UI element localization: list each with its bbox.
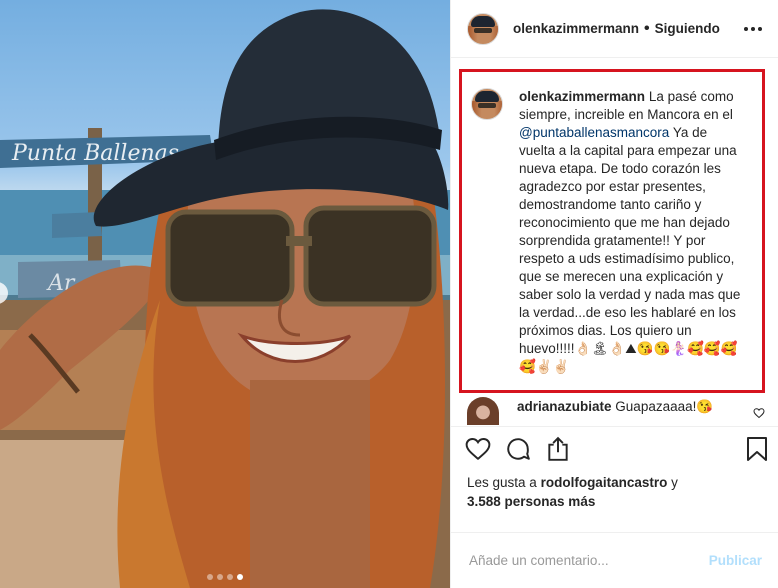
post-actions-bar bbox=[451, 426, 778, 470]
carousel-dot bbox=[227, 574, 233, 580]
likes-prefix: Les gusta a bbox=[467, 475, 537, 490]
publish-button[interactable]: Publicar bbox=[709, 553, 762, 568]
comment-item: adrianazubiate Guapazaaaa!😘 bbox=[467, 397, 767, 425]
likes-count-link[interactable]: 3.588 personas más bbox=[467, 494, 595, 509]
likes-suffix: y bbox=[671, 475, 678, 490]
share-icon[interactable] bbox=[545, 436, 571, 462]
instagram-post: Punta Ballenas Ar olenkazimmermann • Sig… bbox=[0, 0, 778, 588]
comment-text: adrianazubiate Guapazaaaa!😘 bbox=[517, 398, 713, 416]
likes-user-link[interactable]: rodolfogaitancastro bbox=[541, 475, 668, 490]
post-photo[interactable]: Punta Ballenas Ar bbox=[0, 0, 450, 588]
like-heart-icon[interactable] bbox=[465, 436, 491, 462]
likes-summary: Les gusta a rodolfogaitancastro y 3.588 … bbox=[451, 470, 778, 511]
carousel-dot bbox=[217, 574, 223, 580]
carousel-indicator bbox=[207, 574, 243, 580]
comment-username[interactable]: adrianazubiate bbox=[517, 399, 612, 414]
comment-avatar[interactable] bbox=[467, 397, 499, 425]
caption-text-part2: Ya de vuelta a la capital para empezar u… bbox=[519, 125, 741, 374]
caption-avatar[interactable] bbox=[471, 88, 503, 120]
post-header: olenkazimmermann • Siguiendo bbox=[451, 0, 778, 58]
caption-username[interactable]: olenkazimmermann bbox=[519, 89, 645, 104]
carousel-dot bbox=[207, 574, 213, 580]
caption-text: olenkazimmermann La pasé como siempre, i… bbox=[519, 88, 741, 376]
follow-status-button[interactable]: Siguiendo bbox=[655, 21, 720, 36]
bookmark-icon[interactable] bbox=[746, 436, 768, 462]
comment-input[interactable] bbox=[467, 552, 709, 569]
caption-mention-link[interactable]: @puntaballenasmancora bbox=[519, 125, 669, 140]
add-comment-bar: Publicar bbox=[451, 532, 778, 588]
header-username[interactable]: olenkazimmermann bbox=[513, 21, 639, 36]
more-options-icon[interactable] bbox=[744, 26, 762, 31]
header-separator: • bbox=[644, 19, 650, 37]
carousel-dot-active bbox=[237, 574, 243, 580]
comment-bubble-icon[interactable] bbox=[505, 436, 531, 462]
photo-illustration: Punta Ballenas Ar bbox=[0, 9, 450, 588]
caption: olenkazimmermann La pasé como siempre, i… bbox=[467, 58, 762, 376]
comment-like-heart-icon[interactable] bbox=[753, 407, 765, 419]
post-side-panel: olenkazimmermann • Siguiendo olenkazimme… bbox=[450, 0, 778, 588]
avatar[interactable] bbox=[467, 12, 499, 45]
comments-section[interactable]: olenkazimmermann La pasé como siempre, i… bbox=[451, 58, 778, 426]
comment-body: Guapazaaaa!😘 bbox=[615, 399, 714, 414]
